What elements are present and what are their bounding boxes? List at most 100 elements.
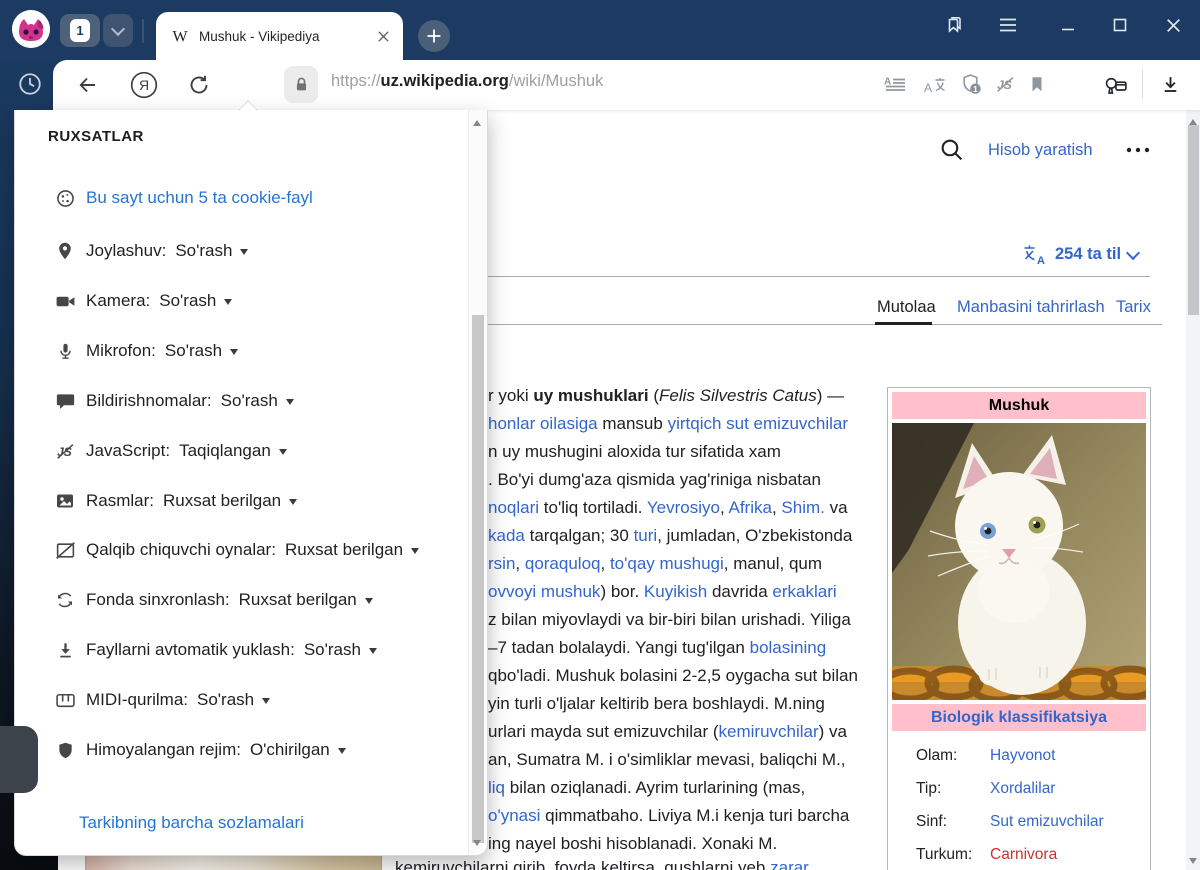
article-link[interactable]: bolasining	[750, 638, 827, 657]
scroll-up-icon[interactable]	[473, 116, 481, 126]
more-menu-icon[interactable]	[1125, 146, 1151, 154]
article-link[interactable]: honlar oilasiga	[488, 414, 598, 433]
passwords-icon[interactable]	[1104, 75, 1129, 96]
protect-shield-icon[interactable]: 1	[960, 73, 983, 96]
search-icon[interactable]	[939, 137, 964, 162]
scroll-up-icon[interactable]	[1189, 115, 1197, 125]
tab-group-dropdown[interactable]	[103, 14, 133, 47]
panel-scrollbar-thumb[interactable]	[472, 315, 484, 843]
tab-group-button[interactable]: 1	[60, 14, 133, 47]
toolbar: Я https://uz.wikipedia.org/wiki/Mushuk A…	[53, 60, 1200, 110]
history-icon[interactable]	[17, 71, 43, 97]
article-link[interactable]: ovvoyi mushuk	[488, 582, 600, 601]
new-tab-button[interactable]	[418, 20, 450, 52]
article-line: –7 tadan bolalaydi. Yangi tug'ilgan bola…	[488, 634, 883, 661]
profile-avatar[interactable]	[12, 10, 50, 48]
article-link[interactable]: Afrika	[728, 498, 771, 517]
auto-download-icon	[53, 641, 77, 660]
reader-mode-icon[interactable]: A	[884, 76, 906, 94]
permission-value-dropdown[interactable]: O'chirilgan	[241, 740, 346, 760]
permission-value-dropdown[interactable]: Ruxsat berilgan	[154, 491, 297, 511]
close-icon[interactable]	[1159, 13, 1187, 37]
language-selector[interactable]: A 254 ta til	[1022, 243, 1138, 265]
permission-value-dropdown[interactable]: So'rash	[150, 291, 232, 311]
article-link[interactable]: to'qay mushugi	[610, 554, 724, 573]
article-link[interactable]: rsin	[488, 554, 515, 573]
content-settings-link[interactable]: Tarkibning barcha sozlamalari	[79, 813, 304, 833]
maximize-icon[interactable]	[1106, 13, 1134, 37]
cookies-link[interactable]: Bu sayt uchun 5 ta cookie-fayl	[86, 188, 313, 208]
url-scheme: https://	[331, 72, 381, 90]
article-text-segment: Felis Silvestris Catus	[659, 386, 817, 405]
caret-down-icon	[224, 299, 232, 309]
permission-row: Fonda sinxronlash:Ruxsat berilgan	[53, 587, 373, 613]
url-bar[interactable]: https://uz.wikipedia.org/wiki/Mushuk	[331, 72, 603, 91]
taxonomy-value-link[interactable]: Carnivora	[990, 846, 1057, 864]
minimize-icon[interactable]	[1054, 13, 1082, 37]
midi-icon	[53, 690, 77, 711]
article-link[interactable]: noqlari	[488, 498, 539, 517]
permission-value-dropdown[interactable]: So'rash	[212, 391, 294, 411]
page-scrollbar[interactable]	[1186, 110, 1200, 870]
permission-value-dropdown[interactable]: So'rash	[166, 241, 248, 261]
taxonomy-value-link[interactable]: Sut emizuvchilar	[990, 813, 1104, 831]
article-link[interactable]: Shim.	[781, 498, 824, 517]
article-link[interactable]: kada	[488, 526, 525, 545]
refresh-icon[interactable]	[187, 73, 211, 97]
tab-mutolaa[interactable]: Mutolaa	[877, 298, 936, 317]
article-link[interactable]: yirtqich sut emizuvchilar	[668, 414, 848, 433]
article-line: urlari mayda sut emizuvchilar (kemiruvch…	[488, 718, 883, 745]
page-scrollbar-thumb[interactable]	[1188, 125, 1199, 315]
menu-icon[interactable]	[994, 13, 1022, 37]
caret-down-icon	[365, 598, 373, 608]
permission-label: MIDI-qurilma:	[86, 690, 188, 710]
permission-value-dropdown[interactable]: So'rash	[295, 640, 377, 660]
article-link[interactable]: Kuyikish	[644, 582, 707, 601]
tab-group-count[interactable]: 1	[60, 14, 100, 47]
article-link[interactable]: Yevrosiyo	[647, 498, 720, 517]
yandex-search-icon[interactable]: Я	[130, 71, 158, 99]
article-text-segment: ,	[515, 554, 524, 573]
caret-down-icon	[411, 548, 419, 558]
scroll-down-icon[interactable]	[473, 840, 481, 850]
translate-icon[interactable]: A	[924, 75, 946, 95]
permission-row: Fayllarni avtomatik yuklash:So'rash	[53, 637, 377, 663]
article-link[interactable]: o'ynasi	[488, 806, 540, 825]
article-link[interactable]: erkaklari	[772, 582, 836, 601]
permission-label: Rasmlar:	[86, 491, 154, 511]
article-link[interactable]: zarar	[770, 858, 809, 870]
downloads-icon[interactable]	[1160, 74, 1181, 95]
javascript-disabled-icon[interactable]: JS	[995, 74, 1016, 95]
permission-value-dropdown[interactable]: Ruxsat berilgan	[230, 590, 373, 610]
language-icon: A	[1022, 243, 1048, 265]
article-line: o'ynasi qimmatbaho. Liviya M.i kenja tur…	[488, 802, 883, 829]
create-account-link[interactable]: Hisob yaratish	[988, 141, 1093, 160]
permission-value-dropdown[interactable]: Taqiqlangan	[170, 441, 287, 461]
article-link[interactable]: turi	[634, 526, 658, 545]
permission-value-dropdown[interactable]: So'rash	[188, 690, 270, 710]
panel-scrollbar[interactable]	[468, 110, 486, 853]
article-link[interactable]: qoraquloq	[525, 554, 601, 573]
taxobox-section-title[interactable]: Biologik klassifikatsiya	[892, 704, 1146, 731]
sync-icon	[53, 590, 77, 610]
bookmark-icon[interactable]	[1028, 75, 1046, 93]
taxonomy-value-link[interactable]: Hayvonot	[990, 747, 1055, 765]
sidebar-handle[interactable]	[0, 726, 38, 793]
article-text-segment: bilan oziqlanadi. Ayrim turlarining (mas…	[505, 778, 805, 797]
bookmarks-flag-icon[interactable]	[940, 13, 968, 37]
back-icon[interactable]	[76, 73, 100, 97]
tab-manbasini-tahrirlash[interactable]: Manbasini tahrirlash	[957, 298, 1105, 317]
tab-close-icon[interactable]	[376, 29, 391, 44]
permission-value-dropdown[interactable]: So'rash	[156, 341, 238, 361]
tab-tarix[interactable]: Tarix	[1116, 298, 1151, 317]
article-link[interactable]: kemiruvchilar	[719, 722, 819, 741]
taxonomy-value-link[interactable]: Xordalilar	[990, 780, 1055, 798]
kitten-photo[interactable]	[892, 423, 1146, 700]
permission-value-dropdown[interactable]: Ruxsat berilgan	[276, 540, 419, 560]
site-info-lock-button[interactable]	[284, 66, 318, 103]
article-link[interactable]: liq	[488, 778, 505, 797]
article-text-segment: r yoki	[488, 386, 533, 405]
permission-row: Kamera:So'rash	[53, 288, 232, 314]
browser-tab[interactable]: W Mushuk - Vikipediya	[156, 12, 403, 60]
scroll-down-icon[interactable]	[1189, 858, 1197, 868]
